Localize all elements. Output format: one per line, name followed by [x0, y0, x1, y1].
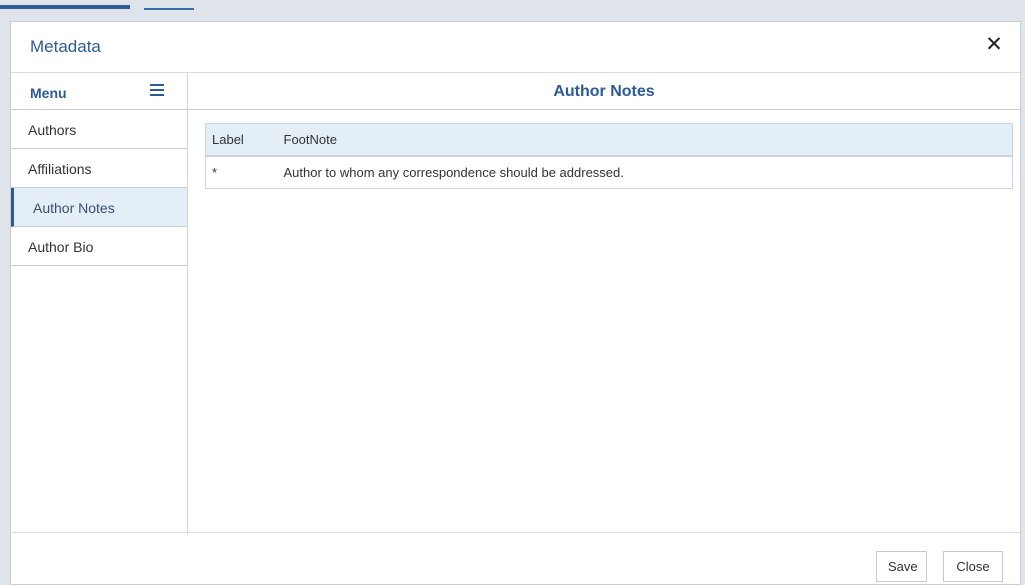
column-header-label[interactable]: Label: [205, 123, 284, 157]
table-row[interactable]: * Author to whom any correspondence shou…: [206, 156, 1013, 189]
content-title: Author Notes: [553, 83, 655, 100]
table-header-row: Label FootNote: [205, 123, 1013, 157]
cell-footnote[interactable]: Author to whom any correspondence should…: [284, 156, 1013, 189]
metadata-dialog: Metadata ✕ Menu Authors Affiliations Aut…: [10, 21, 1021, 585]
close-icon[interactable]: ✕: [984, 34, 1004, 56]
sidebar-item-label: Author Bio: [28, 239, 94, 255]
sidebar-item-affiliations[interactable]: Affiliations: [11, 149, 187, 188]
content-header: Author Notes: [188, 73, 1020, 110]
hamburger-icon[interactable]: [150, 84, 164, 96]
dialog-title: Metadata: [30, 37, 101, 56]
column-header-footnote[interactable]: FootNote: [283, 123, 1013, 157]
cell-label[interactable]: *: [206, 156, 284, 189]
tab-indicator-secondary: [144, 8, 194, 10]
content-panel: Author Notes Label FootNote * Author to …: [188, 73, 1020, 534]
menu-label: Menu: [30, 85, 67, 101]
tab-indicator: [0, 5, 130, 9]
sidebar-menu: Menu Authors Affiliations Author Notes A…: [11, 73, 188, 534]
sidebar-item-label: Author Notes: [33, 200, 115, 216]
sidebar-item-label: Authors: [28, 122, 77, 138]
author-notes-table: Label FootNote * Author to whom any corr…: [205, 123, 1013, 189]
save-button[interactable]: Save: [876, 551, 927, 582]
close-button[interactable]: Close: [943, 551, 1003, 582]
dialog-header: Metadata ✕: [11, 22, 1020, 73]
sidebar-item-authors[interactable]: Authors: [11, 110, 187, 149]
dialog-body: Menu Authors Affiliations Author Notes A…: [11, 73, 1020, 534]
sidebar-item-author-bio[interactable]: Author Bio: [11, 227, 187, 266]
menu-header: Menu: [11, 73, 187, 110]
top-tab-strip: [0, 0, 1025, 12]
dialog-footer: Save Close: [11, 532, 1020, 584]
sidebar-item-author-notes[interactable]: Author Notes: [11, 188, 187, 227]
sidebar-item-label: Affiliations: [28, 161, 92, 177]
